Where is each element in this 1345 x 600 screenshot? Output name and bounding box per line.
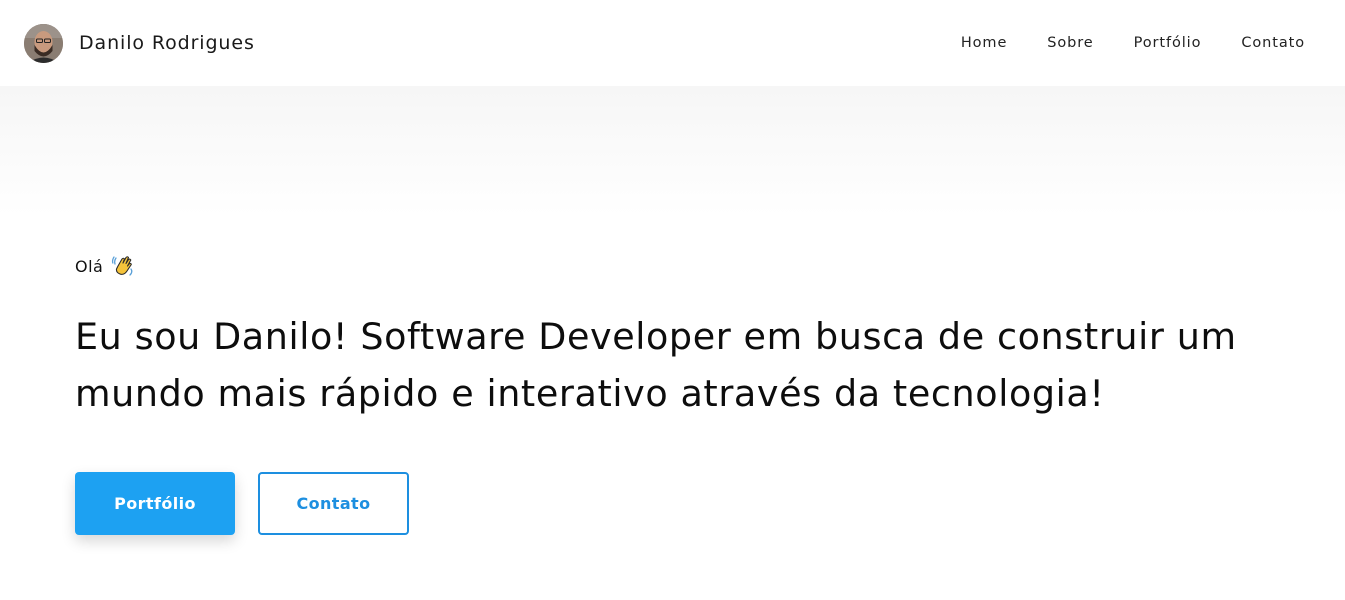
portfolio-button[interactable]: Portfólio	[75, 472, 235, 535]
brand-name: Danilo Rodrigues	[79, 32, 255, 54]
contact-button[interactable]: Contato	[258, 472, 409, 535]
hero-section: Olá Eu sou Danilo! Software Developer em…	[0, 86, 1345, 600]
hero-buttons: Portfólio Contato	[75, 472, 1295, 535]
avatar-photo	[24, 23, 63, 63]
main-nav: Home Sobre Portfólio Contato	[961, 35, 1321, 51]
nav-link-contato[interactable]: Contato	[1241, 35, 1305, 51]
hero-content: Olá Eu sou Danilo! Software Developer em…	[75, 254, 1295, 535]
nav-link-home[interactable]: Home	[961, 35, 1007, 51]
greeting-text: Olá	[75, 256, 104, 276]
waving-hand-icon	[111, 254, 135, 278]
hero-headline: Eu sou Danilo! Software Developer em bus…	[75, 315, 1237, 415]
nav-link-sobre[interactable]: Sobre	[1047, 35, 1093, 51]
greeting: Olá	[75, 254, 1295, 278]
nav-link-portfolio[interactable]: Portfólio	[1134, 35, 1202, 51]
brand-link[interactable]: Danilo Rodrigues	[24, 23, 255, 63]
top-navbar: Danilo Rodrigues Home Sobre Portfólio Co…	[0, 0, 1345, 86]
avatar	[24, 23, 63, 63]
